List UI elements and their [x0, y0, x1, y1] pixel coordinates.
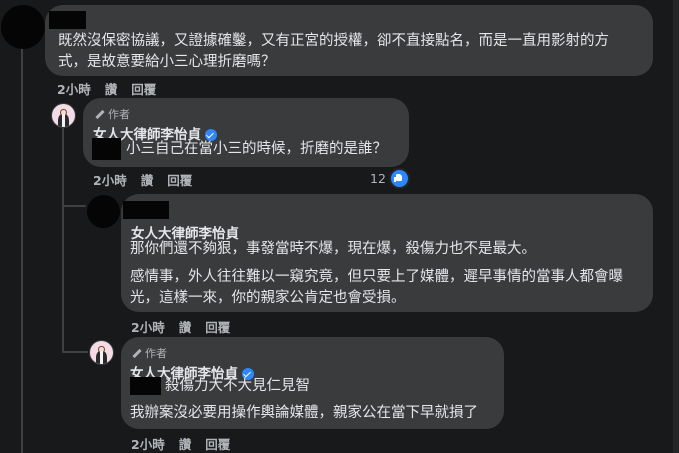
comment-text-line: 式，是故意要給小三心理折磨嗎？: [58, 54, 276, 70]
thread-line: [62, 128, 64, 353]
reply-button[interactable]: 回覆: [131, 79, 156, 98]
reply-text-line: 感情事，外人往往難以一窺究竟，但只要上了媒體，遲早事情的當事人都會曝: [130, 269, 623, 285]
author-avatar[interactable]: [89, 340, 114, 365]
like-button[interactable]: 讚: [179, 317, 192, 336]
reply-actions: 2小時 讚 回覆: [131, 434, 230, 453]
reply-actions: 2小時 讚 回覆: [131, 317, 230, 336]
reply-text-line: 光，這樣一來，你的親家公肯定也會受損。: [130, 290, 406, 306]
reply-text: 小三自己在當小三的時候，折磨的是誰？: [126, 141, 387, 157]
pencil-icon: [94, 109, 105, 120]
timestamp[interactable]: 2小時: [131, 317, 165, 336]
reply-actions: 2小時 讚 回覆: [93, 170, 192, 189]
reaction-summary[interactable]: 12: [370, 168, 410, 189]
reply-button[interactable]: 回覆: [205, 434, 230, 453]
reaction-count: 12: [370, 171, 386, 186]
reply-bubble: 女人大律師李怡貞 那你們還不夠狠，事發當時不爆，現在爆，殺傷力也不是最大。 感情…: [121, 194, 653, 312]
comment-text-line: 既然沒保密協議，又證據確鑿，又有正宮的授權，卻不直接點名，而是一直用影射的方: [58, 33, 609, 49]
redacted-name: [49, 11, 86, 29]
like-button[interactable]: 讚: [179, 434, 192, 453]
timestamp[interactable]: 2小時: [57, 79, 91, 98]
reply-button[interactable]: 回覆: [167, 170, 192, 189]
comment-actions: 2小時 讚 回覆: [57, 79, 156, 98]
thread-branch: [62, 351, 88, 353]
reply-bubble: 作者 女人大律師李怡貞 殺傷力大不大見仁見智 我辦案沒必要用操作輿論媒體，親家公…: [121, 337, 504, 429]
reply-button[interactable]: 回覆: [205, 317, 230, 336]
redacted-mention: [130, 377, 161, 395]
author-avatar[interactable]: [51, 103, 76, 128]
pencil-icon: [131, 348, 142, 359]
reply-text-line: 殺傷力大不大見仁見智: [165, 378, 310, 394]
reply-bubble: 作者 女人大律師李怡貞 小三自己在當小三的時候，折磨的是誰？: [83, 98, 409, 167]
author-badge: 作者: [94, 106, 130, 122]
thread-branch: [62, 205, 86, 207]
thread-line: [21, 48, 23, 453]
commenter-avatar[interactable]: [87, 195, 120, 228]
like-reaction-icon: [388, 168, 410, 189]
redacted-name: [123, 201, 169, 219]
timestamp[interactable]: 2小時: [131, 434, 165, 453]
reply-text-line: 那你們還不夠狠，事發當時不爆，現在爆，殺傷力也不是最大。: [130, 241, 536, 257]
scroll-edge: [673, 0, 679, 453]
like-button[interactable]: 讚: [105, 79, 118, 98]
comment-bubble: 既然沒保密協議，又證據確鑿，又有正宮的授權，卻不直接點名，而是一直用影射的方 式…: [45, 5, 653, 76]
like-button[interactable]: 讚: [141, 170, 154, 189]
author-badge: 作者: [131, 345, 167, 361]
redacted-mention: [92, 138, 121, 160]
timestamp[interactable]: 2小時: [93, 170, 127, 189]
commenter-avatar[interactable]: [1, 5, 45, 49]
reply-text-line: 我辦案沒必要用操作輿論媒體，親家公在當下早就損了: [130, 405, 478, 421]
